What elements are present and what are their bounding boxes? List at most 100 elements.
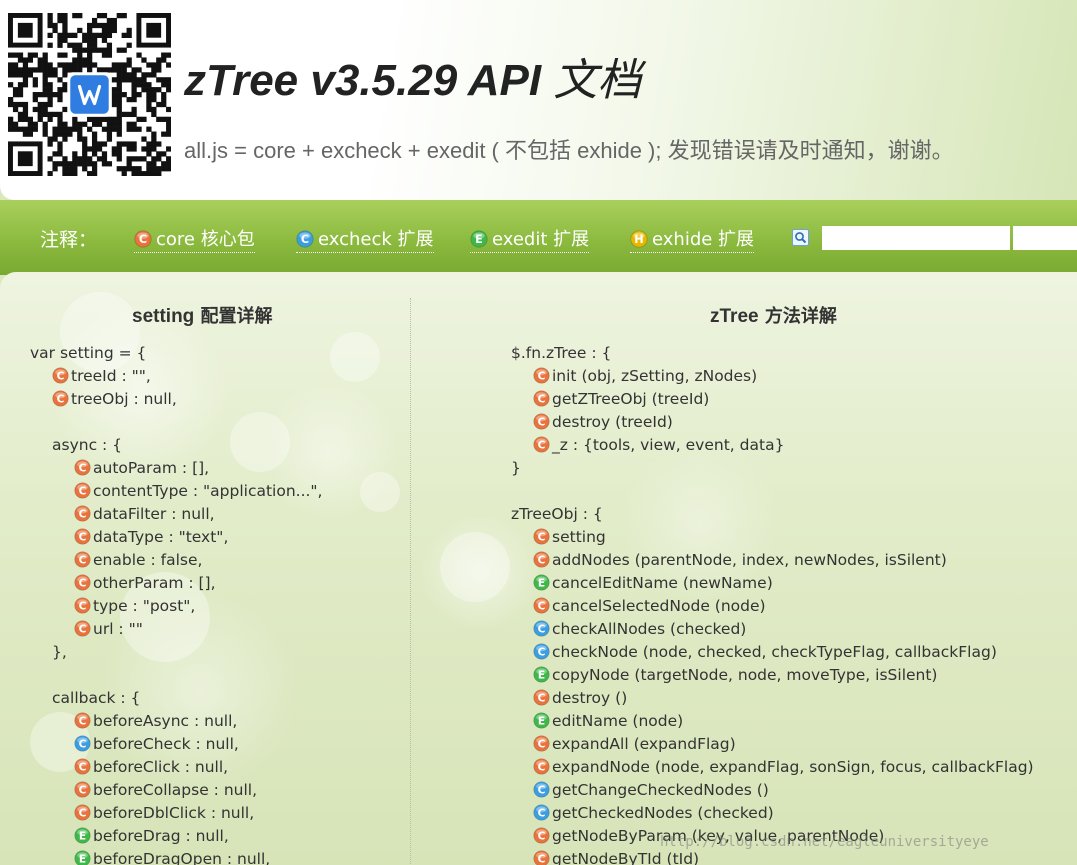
api-item[interactable]: CexpandNode (node, expandFlag, sonSign, … bbox=[533, 756, 1034, 779]
api-item[interactable]: Ctype : "post", bbox=[74, 595, 195, 618]
code-line: var setting = { bbox=[30, 342, 146, 365]
api-item[interactable]: Cinit (obj, zSetting, zNodes) bbox=[533, 365, 757, 388]
core-badge-icon: C bbox=[74, 620, 91, 637]
core-badge-icon: C bbox=[74, 551, 91, 568]
search-icon[interactable] bbox=[792, 229, 809, 246]
page-title-cn: 文档 bbox=[553, 55, 642, 106]
api-item[interactable]: CexpandAll (expandFlag) bbox=[533, 733, 736, 756]
api-item[interactable]: CbeforeCollapse : null, bbox=[74, 779, 257, 802]
excheck-badge-icon: C bbox=[533, 643, 550, 660]
core-badge-icon: C bbox=[74, 712, 91, 729]
api-item-label: expandAll (expandFlag) bbox=[552, 735, 736, 753]
svg-text:C: C bbox=[79, 622, 87, 635]
api-item[interactable]: CbeforeClick : null, bbox=[74, 756, 228, 779]
api-item[interactable]: EcopyNode (targetNode, node, moveType, i… bbox=[533, 664, 937, 687]
code-text: zTreeObj : { bbox=[511, 505, 603, 523]
svg-text:E: E bbox=[79, 829, 86, 842]
svg-text:E: E bbox=[475, 233, 483, 246]
svg-text:C: C bbox=[79, 461, 87, 474]
api-item[interactable]: CbeforeDblClick : null, bbox=[74, 802, 254, 825]
qr-code-image bbox=[8, 13, 171, 176]
api-item[interactable]: CbeforeCheck : null, bbox=[74, 733, 239, 756]
api-item[interactable]: CgetNodeByTId (tId) bbox=[533, 848, 699, 865]
api-item[interactable]: CdataFilter : null, bbox=[74, 503, 215, 526]
legend-item-exhide[interactable]: Hexhide 扩展 bbox=[630, 225, 755, 253]
exedit-badge-icon: E bbox=[533, 574, 550, 591]
badge-e-icon: E bbox=[470, 230, 488, 248]
api-item[interactable]: Cdestroy () bbox=[533, 687, 627, 710]
api-item[interactable]: CautoParam : [], bbox=[74, 457, 209, 480]
api-item[interactable]: CcontentType : "application...", bbox=[74, 480, 323, 503]
api-item-label: otherParam : [], bbox=[93, 574, 216, 592]
api-item[interactable]: CcheckNode (node, checked, checkTypeFlag… bbox=[533, 641, 997, 664]
api-item-label: editName (node) bbox=[552, 712, 684, 730]
api-item[interactable]: Curl : "" bbox=[74, 618, 143, 641]
api-item[interactable]: CtreeObj : null, bbox=[52, 388, 177, 411]
api-item[interactable]: CdataType : "text", bbox=[74, 526, 228, 549]
api-item-label: dataFilter : null, bbox=[93, 505, 215, 523]
api-item[interactable]: CgetChangeCheckedNodes () bbox=[533, 779, 769, 802]
search-input-extension[interactable] bbox=[1013, 226, 1077, 250]
svg-text:E: E bbox=[79, 852, 86, 865]
api-item-label: beforeDrag : null, bbox=[93, 827, 229, 845]
core-badge-icon: C bbox=[533, 597, 550, 614]
api-item-label: cancelSelectedNode (node) bbox=[552, 597, 766, 615]
api-item-label: init (obj, zSetting, zNodes) bbox=[552, 367, 758, 385]
legend-item-excheck[interactable]: Cexcheck 扩展 bbox=[296, 225, 434, 253]
api-item[interactable]: CgetCheckedNodes (checked) bbox=[533, 802, 774, 825]
svg-text:C: C bbox=[538, 760, 546, 773]
page-title-latin: zTree v3.5.29 API bbox=[184, 56, 554, 105]
svg-text:E: E bbox=[538, 668, 545, 681]
svg-text:C: C bbox=[538, 645, 546, 658]
api-item[interactable]: CgetZTreeObj (treeId) bbox=[533, 388, 709, 411]
legend-item-exedit[interactable]: Eexedit 扩展 bbox=[470, 225, 590, 253]
api-item[interactable]: EbeforeDragOpen : null, bbox=[74, 848, 270, 865]
api-item-label: getChangeCheckedNodes () bbox=[552, 781, 769, 799]
exedit-badge-icon: E bbox=[533, 712, 550, 729]
api-item-label: url : "" bbox=[93, 620, 143, 638]
svg-text:C: C bbox=[538, 806, 546, 819]
code-line: } bbox=[511, 457, 521, 480]
search-input[interactable] bbox=[822, 226, 1010, 250]
api-item[interactable]: CbeforeAsync : null, bbox=[74, 710, 237, 733]
svg-text:C: C bbox=[538, 553, 546, 566]
api-item[interactable]: CaddNodes (parentNode, index, newNodes, … bbox=[533, 549, 947, 572]
svg-text:C: C bbox=[538, 392, 546, 405]
code-line: $.fn.zTree : { bbox=[511, 342, 611, 365]
svg-text:C: C bbox=[79, 599, 87, 612]
api-item-label: getNodeByTId (tId) bbox=[552, 850, 700, 865]
code-text: }, bbox=[52, 643, 67, 661]
api-item-label: destroy (treeId) bbox=[552, 413, 673, 431]
svg-text:C: C bbox=[538, 691, 546, 704]
api-item[interactable]: EcancelEditName (newName) bbox=[533, 572, 773, 595]
api-item[interactable]: CtreeId : "", bbox=[52, 365, 151, 388]
legend-label: 注释： bbox=[40, 229, 98, 251]
api-item[interactable]: Cenable : false, bbox=[74, 549, 202, 572]
svg-text:C: C bbox=[79, 507, 87, 520]
code-text: callback : { bbox=[52, 689, 141, 707]
svg-text:C: C bbox=[79, 760, 87, 773]
watermark: http://blog.csdn.net/eagleuniversityeye bbox=[660, 834, 989, 850]
api-item[interactable]: CotherParam : [], bbox=[74, 572, 216, 595]
excheck-badge-icon: C bbox=[74, 735, 91, 752]
api-item[interactable]: Cdestroy (treeId) bbox=[533, 411, 673, 434]
core-badge-icon: C bbox=[533, 758, 550, 775]
core-badge-icon: C bbox=[52, 367, 69, 384]
core-badge-icon: C bbox=[74, 781, 91, 798]
api-item-label: beforeCollapse : null, bbox=[93, 781, 258, 799]
api-item-label: getCheckedNodes (checked) bbox=[552, 804, 774, 822]
legend-item-core[interactable]: Ccore 核心包 bbox=[134, 225, 255, 253]
api-item[interactable]: Csetting bbox=[533, 526, 606, 549]
api-item[interactable]: CcancelSelectedNode (node) bbox=[533, 595, 766, 618]
api-item-label: checkNode (node, checked, checkTypeFlag,… bbox=[552, 643, 997, 661]
svg-text:C: C bbox=[538, 415, 546, 428]
api-item[interactable]: C _z : {tools, view, event, data} bbox=[533, 434, 784, 457]
api-item-label: cancelEditName (newName) bbox=[552, 574, 773, 592]
core-badge-icon: C bbox=[533, 551, 550, 568]
api-item[interactable]: CcheckAllNodes (checked) bbox=[533, 618, 746, 641]
api-item[interactable]: EbeforeDrag : null, bbox=[74, 825, 229, 848]
api-item[interactable]: EeditName (node) bbox=[533, 710, 683, 733]
code-line: async : { bbox=[52, 434, 122, 457]
core-badge-icon: C bbox=[533, 413, 550, 430]
svg-text:C: C bbox=[79, 806, 87, 819]
